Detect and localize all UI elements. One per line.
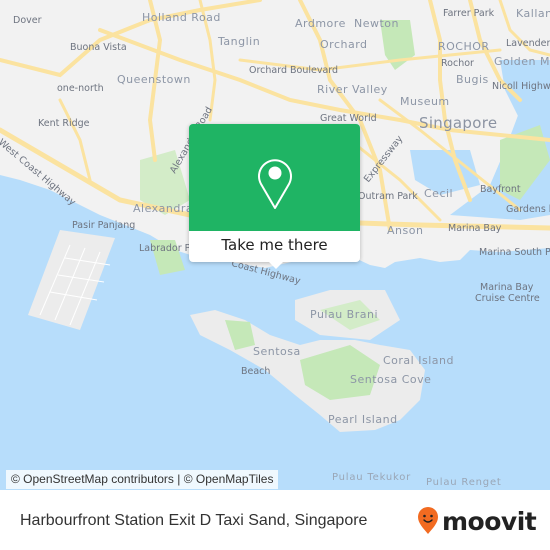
footer-bar: Harbourfront Station Exit D Taxi Sand, S…	[0, 490, 550, 550]
place-label-rochor: Rochor	[441, 58, 474, 69]
place-label-sentosa: Sentosa	[253, 345, 301, 358]
place-label-marina-bay: Marina Bay	[448, 223, 502, 234]
map-view[interactable]: Dover Holland Road Buona Vista Tanglin A…	[0, 0, 550, 490]
place-label-buona-vista: Buona Vista	[70, 42, 127, 53]
place-label-one-north: one-north	[57, 83, 104, 94]
place-label-bugis: Bugis	[456, 73, 489, 86]
place-label-pulau-tekukor: Pulau Tekukor	[332, 472, 412, 483]
place-label-nicoll-highway: Nicoll Highway	[492, 81, 550, 92]
place-label-alexandra: Alexandra	[133, 202, 194, 215]
place-label-newton: Newton	[354, 17, 400, 30]
place-label-marina-bay-cruise-centre-line2: Cruise Centre	[475, 293, 540, 304]
place-label-anson: Anson	[387, 224, 424, 237]
place-label-ardmore: Ardmore	[295, 17, 346, 30]
place-label-gardens-by-the-bay: Gardens by	[506, 204, 550, 215]
place-label-marina-south-pier: Marina South Pier	[479, 247, 550, 258]
place-label-pearl-island: Pearl Island	[328, 413, 398, 426]
take-me-there-button[interactable]: Take me there	[189, 231, 360, 262]
place-label-beach: Beach	[241, 366, 271, 377]
place-label-outram-park: Outram Park	[358, 191, 418, 202]
location-title: Harbourfront Station Exit D Taxi Sand, S…	[20, 512, 368, 529]
place-label-pulau-renget: Pulau Renget	[426, 477, 502, 488]
place-label-cecil: Cecil	[424, 187, 454, 200]
moovit-smiley-pin-icon	[418, 507, 438, 534]
place-label-great-world: Great World	[320, 113, 377, 124]
place-label-pasir-panjang: Pasir Panjang	[72, 220, 136, 231]
place-label-museum: Museum	[400, 95, 450, 108]
place-label-tanglin: Tanglin	[218, 35, 261, 48]
place-label-golden-mile: Golden Mi	[494, 55, 550, 68]
place-label-sentosa-cove: Sentosa Cove	[350, 373, 432, 386]
moovit-logo[interactable]: moovit	[417, 506, 537, 536]
map-pin-icon	[258, 159, 292, 209]
place-label-farrer-park: Farrer Park	[443, 8, 495, 19]
place-label-rochor-district: ROCHOR	[438, 40, 490, 53]
location-popup[interactable]: Take me there	[189, 124, 360, 269]
place-label-kent-ridge: Kent Ridge	[38, 118, 90, 129]
place-label-lavender: Lavender	[506, 38, 550, 49]
place-label-kallang: Kallan	[516, 7, 550, 20]
place-label-dover: Dover	[13, 15, 42, 26]
place-label-queenstown: Queenstown	[117, 73, 191, 86]
place-label-river-valley: River Valley	[317, 83, 388, 96]
place-label-orchard-boulevard: Orchard Boulevard	[249, 65, 339, 76]
moovit-wordmark: moovit	[442, 506, 537, 536]
place-label-coral-island: Coral Island	[383, 354, 454, 367]
popup-header[interactable]	[189, 124, 360, 231]
place-label-singapore: Singapore	[419, 114, 498, 132]
place-label-orchard: Orchard	[320, 38, 368, 51]
popup-pointer	[268, 261, 284, 269]
place-label-bayfront: Bayfront	[480, 184, 521, 195]
place-label-pulau-brani: Pulau Brani	[310, 308, 379, 321]
map-attribution[interactable]: © OpenStreetMap contributors | © OpenMap…	[6, 470, 279, 489]
place-label-holland-road: Holland Road	[142, 11, 221, 24]
place-label-marina-bay-cruise-centre: Marina Bay	[480, 282, 534, 293]
